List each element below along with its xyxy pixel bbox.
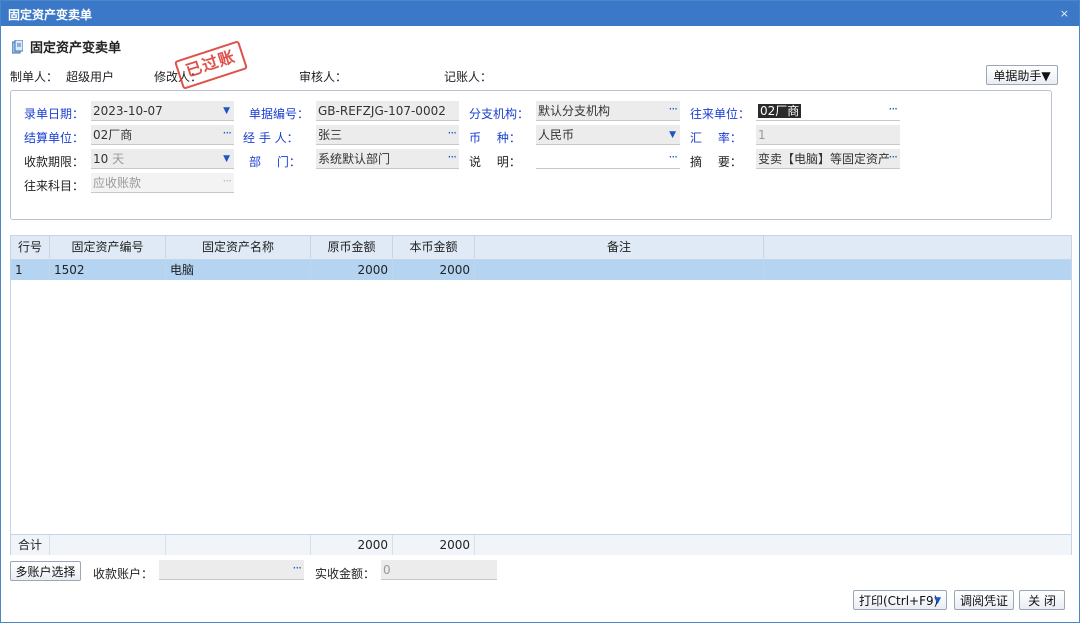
column-header[interactable]: 备注 <box>475 236 764 258</box>
currency-value: 人民币 <box>538 128 575 142</box>
collect-period-field[interactable]: 10 天 ▼ <box>91 149 234 169</box>
multi-account-button[interactable]: 多账户选择 <box>10 561 81 581</box>
cell-line[interactable]: 1 <box>11 260 50 280</box>
ellipsis-icon[interactable]: ··· <box>223 125 233 143</box>
entry-date-label: 录单日期： <box>24 107 85 121</box>
branch-value: 默认分支机构 <box>538 104 611 118</box>
account-subject-value: 应收账款 <box>93 176 142 190</box>
poster-label: 记账人： <box>444 70 493 84</box>
collect-period-label: 收款期限： <box>24 155 85 169</box>
partner-field[interactable]: 02厂商 ··· <box>756 101 900 121</box>
reviewer-label: 审核人： <box>299 70 348 84</box>
doc-no-label: 单据编号： <box>249 107 310 121</box>
total-row: 合计 2000 2000 <box>11 534 1071 555</box>
ellipsis-icon[interactable]: ··· <box>448 149 458 167</box>
branch-label: 分支机构： <box>469 107 530 121</box>
total-label: 合计 <box>11 535 50 555</box>
document-helper-button[interactable]: 单据助手▼ <box>986 65 1058 85</box>
actual-amount-field[interactable]: 0 <box>381 560 497 580</box>
cell-asset-no[interactable]: 1502 <box>50 260 166 280</box>
actual-amount-value: 0 <box>383 563 391 577</box>
summary-value: 变卖【电脑】等固定资产 <box>758 152 891 166</box>
entry-date-value: 2023-10-07 <box>93 104 163 118</box>
collect-period-value: 10 <box>93 152 109 166</box>
handler-field[interactable]: 张三 ··· <box>316 125 459 145</box>
currency-field[interactable]: 人民币 ▼ <box>536 125 680 145</box>
ellipsis-icon[interactable]: ··· <box>448 125 458 143</box>
ellipsis-icon[interactable]: ··· <box>669 101 679 119</box>
voucher-window: 固定资产变卖单 × 固定资产变卖单 制单人： 超级用户 修改人： 审核人： 记账… <box>0 0 1080 623</box>
currency-label: 币 种： <box>469 131 521 145</box>
summary-field[interactable]: 变卖【电脑】等固定资产 ··· <box>756 149 900 169</box>
dept-label: 部 门： <box>249 155 301 169</box>
entry-date-field[interactable]: 2023-10-07 ▼ <box>91 101 234 121</box>
account-subject-label: 往来科目： <box>24 179 85 193</box>
dropdown-arrow-icon[interactable]: ▼ <box>223 101 230 120</box>
print-button-label: 打印(Ctrl+F9) <box>859 594 939 608</box>
table-row[interactable]: 1 1502 电脑 2000 2000 <box>11 260 1071 280</box>
dropdown-arrow-icon[interactable]: ▼ <box>934 591 941 611</box>
asset-table: 行号 固定资产编号 固定资产名称 原币金额 本币金额 备注 1 1502 电脑 … <box>10 235 1072 555</box>
handler-label: 经 手 人： <box>243 131 299 145</box>
ellipsis-icon[interactable]: ··· <box>669 149 679 167</box>
ellipsis-icon[interactable]: ··· <box>293 560 303 578</box>
column-header[interactable]: 行号 <box>11 236 50 258</box>
account-subject-field[interactable]: 应收账款 ··· <box>91 173 234 193</box>
remark-label: 说 明： <box>469 155 521 169</box>
cell-local-amount[interactable]: 2000 <box>393 260 475 280</box>
total-empty <box>50 535 166 555</box>
view-voucher-button[interactable]: 调阅凭证 <box>954 590 1014 610</box>
partner-value: 02厂商 <box>758 104 802 118</box>
collect-period-unit: 天 <box>112 152 125 166</box>
column-header[interactable]: 原币金额 <box>311 236 393 258</box>
rate-value: 1 <box>758 128 766 142</box>
dropdown-arrow-icon[interactable]: ▼ <box>223 149 230 168</box>
cell-note[interactable] <box>475 260 764 280</box>
posted-stamp: 已过账 <box>174 40 248 90</box>
cell-asset-name[interactable]: 电脑 <box>166 260 311 280</box>
column-header[interactable]: 本币金额 <box>393 236 475 258</box>
doc-no-field[interactable]: GB-REFZJG-107-0002 <box>316 101 459 121</box>
maker-label: 制单人： <box>10 70 59 84</box>
document-title: 固定资产变卖单 <box>12 37 121 56</box>
ellipsis-icon[interactable]: ··· <box>889 101 899 119</box>
partner-label: 往来单位： <box>690 107 751 121</box>
title-bar: 固定资产变卖单 × <box>1 1 1079 26</box>
settle-unit-field[interactable]: 02厂商 ··· <box>91 125 234 145</box>
document-title-text: 固定资产变卖单 <box>30 41 122 56</box>
summary-label: 摘 要： <box>690 155 742 169</box>
dept-value: 系统默认部门 <box>318 152 391 166</box>
doc-no-value: GB-REFZJG-107-0002 <box>318 104 446 118</box>
document-icon <box>12 40 23 54</box>
total-orig-amount: 2000 <box>311 535 393 555</box>
window-title: 固定资产变卖单 <box>8 8 93 22</box>
rate-field[interactable]: 1 <box>756 125 900 145</box>
close-icon[interactable]: × <box>1060 7 1069 20</box>
total-local-amount: 2000 <box>393 535 475 555</box>
ellipsis-icon: ··· <box>222 174 233 188</box>
settle-unit-label: 结算单位： <box>24 131 85 145</box>
column-header[interactable]: 固定资产编号 <box>50 236 166 258</box>
receive-account-label: 收款账户： <box>93 567 154 581</box>
cell-orig-amount[interactable]: 2000 <box>311 260 393 280</box>
receive-account-field[interactable]: ··· <box>159 560 304 580</box>
settle-unit-value: 02厂商 <box>93 128 133 142</box>
handler-value: 张三 <box>318 128 343 142</box>
close-button[interactable]: 关 闭 <box>1019 590 1065 610</box>
dropdown-arrow-icon[interactable]: ▼ <box>669 125 676 144</box>
table-header: 行号 固定资产编号 固定资产名称 原币金额 本币金额 备注 <box>11 236 1071 260</box>
remark-field[interactable]: ··· <box>536 149 680 169</box>
dept-field[interactable]: 系统默认部门 ··· <box>316 149 459 169</box>
branch-field[interactable]: 默认分支机构 ··· <box>536 101 680 121</box>
actual-amount-label: 实收金额： <box>315 567 376 581</box>
print-button[interactable]: 打印(Ctrl+F9) ▼ <box>853 590 947 610</box>
maker-value: 超级用户 <box>66 70 115 84</box>
ellipsis-icon[interactable]: ··· <box>888 149 898 167</box>
rate-label: 汇 率： <box>690 131 742 145</box>
column-header[interactable]: 固定资产名称 <box>166 236 311 258</box>
total-empty <box>166 535 311 555</box>
